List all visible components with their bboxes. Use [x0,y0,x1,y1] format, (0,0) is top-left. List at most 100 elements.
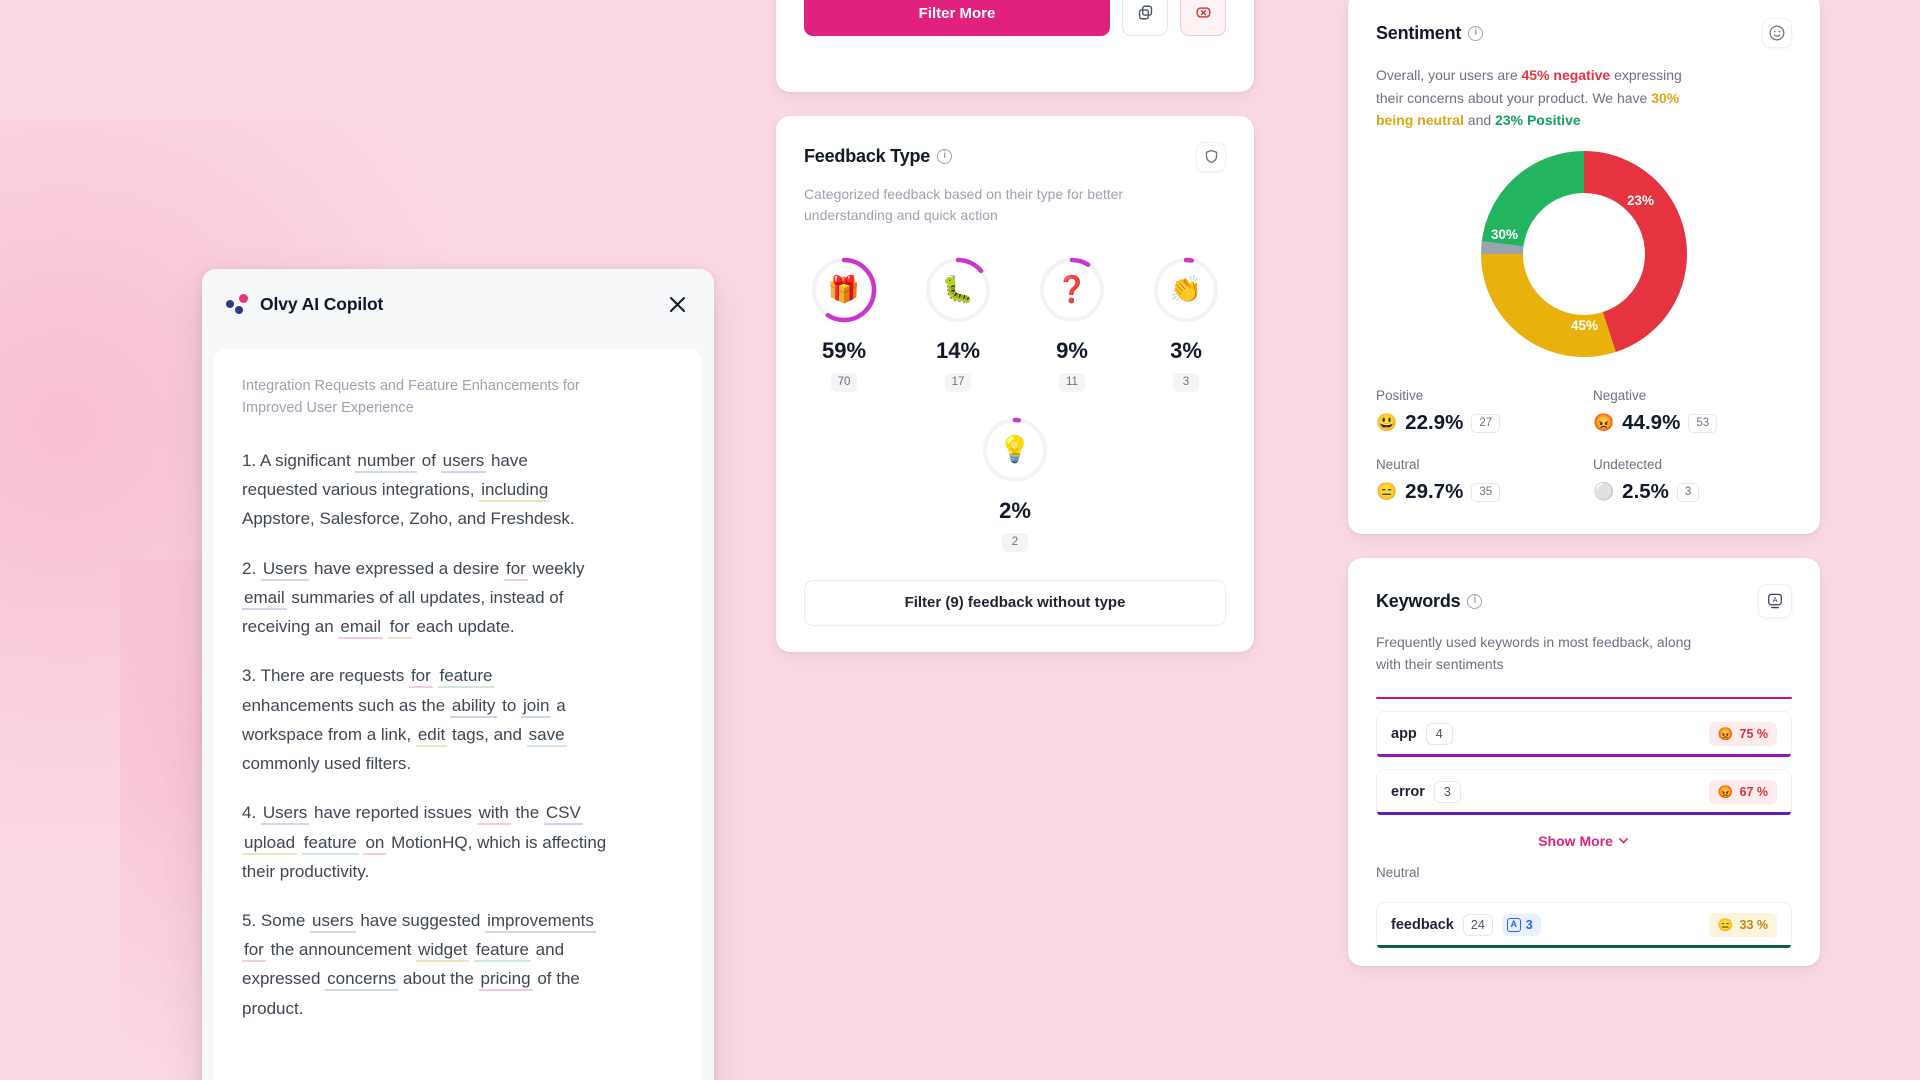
keyword-name: feedback [1391,917,1454,934]
sentiment-donut-chart: 45% 30% 23% [1348,132,1820,366]
keywords-description: Frequently used keywords in most feedbac… [1376,634,1692,672]
olvy-ai-copilot-panel: Olvy AI Copilot Integration Requests and… [202,269,714,1080]
keyword-name: app [1391,726,1417,743]
donut-ring: 👏 [1152,256,1220,324]
gift-emoji-icon: 🎁 [827,274,861,305]
sentiment-card: Sentiment i Overall, your users are 45% … [1348,0,1820,535]
chevron-down-icon [1617,833,1630,849]
clap-emoji-icon: 👏 [1169,274,1203,305]
undetected-emoji-icon: ⚪ [1593,482,1615,502]
action-row: Filter More [804,0,1226,36]
feedback-type-count: 3 [1173,372,1199,392]
feedback-type-item[interactable]: 👏 3% 3 [1140,256,1232,392]
info-icon[interactable]: i [1467,593,1483,609]
summary-negative: 45% negative [1521,67,1611,83]
stat-label: Negative [1593,388,1647,404]
keyword-row[interactable]: error 3 😡 67 % [1376,769,1792,816]
keyword-sentiment-badge: 😑 33 % [1708,913,1777,938]
keyword-percent: 67 % [1739,785,1769,800]
middle-column: expressed concerns about the pricing of … [776,0,1254,652]
copilot-header: Olvy AI Copilot [202,269,714,339]
donut-ring: 🎁 [810,256,878,324]
keyword-percent: 33 % [1739,918,1769,933]
feedback-type-footer: Filter (9) feedback without type [776,552,1254,652]
feedback-type-item[interactable]: ❓ 9% 11 [1026,256,1118,392]
sentiment-header: Sentiment i [1348,0,1820,48]
show-more-button[interactable]: Show More [1348,815,1820,861]
angry-emoji-icon: 😡 [1717,784,1734,799]
feedback-type-percent: 9% [1056,337,1088,363]
feedback-type-percent: 3% [1170,337,1202,363]
feedback-type-count: 70 [830,372,858,392]
keyword-name: error [1391,784,1425,801]
donut-ring: 🐛 [924,256,992,324]
question-emoji-icon: ❓ [1055,274,1089,305]
stat-value: 22.9% [1405,411,1464,435]
angry-emoji-icon: 😡 [1717,726,1734,741]
summary-item: 5. Some users have suggested improvement… [242,910,596,1018]
delete-icon [1195,4,1212,24]
delete-button[interactable] [1180,0,1226,36]
keywords-header: Keywords i A [1348,558,1820,619]
keywords-title: Keywords [1376,590,1461,611]
letter-a-icon: A [1506,918,1521,933]
copilot-subtitle: Integration Requests and Feature Enhance… [242,378,580,417]
stat-value: 2.5% [1622,480,1669,504]
keywords-negative-list: app 4 😡 75 % error 3 😡 67 % [1348,699,1820,816]
copy-button[interactable] [1122,0,1168,36]
stat-label: Neutral [1376,457,1420,473]
feedback-type-item[interactable]: 🎁 59% 70 [798,256,890,392]
stat-count: 53 [1688,413,1718,433]
sentiment-title: Sentiment [1376,22,1462,43]
donut-ring: 💡 [981,416,1049,484]
feedback-type-card: Feedback Type i Categorized feedback bas… [776,115,1254,652]
info-icon[interactable]: i [1468,25,1484,41]
feedback-type-title: Feedback Type [804,146,931,167]
feedback-type-item[interactable]: 💡 2% 2 [969,416,1061,552]
keyword-annotation-count: 3 [1525,918,1533,933]
copy-icon [1137,4,1154,24]
smiley-icon[interactable] [1762,18,1792,48]
neutral-emoji-icon: 😑 [1717,917,1734,932]
shield-icon[interactable] [1196,141,1226,172]
stat-label: Positive [1376,388,1424,404]
filter-untyped-feedback-button[interactable]: Filter (9) feedback without type [804,579,1226,626]
keyword-percent: 75 % [1739,727,1769,742]
keyword-sentiment-badge: 😡 67 % [1708,780,1777,805]
keyword-row[interactable]: feedback 24 A 3 😑 33 % [1376,902,1792,949]
feedback-type-count: 11 [1059,372,1085,392]
stat-count: 27 [1471,413,1501,433]
summary-item: 4. Users have reported issues with the C… [242,803,607,881]
feedback-type-count: 2 [1002,532,1028,552]
lightbulb-emoji-icon: 💡 [998,434,1032,465]
text-format-icon[interactable]: A [1758,584,1792,619]
donut-label-neutral: 30% [1491,227,1519,243]
info-icon[interactable]: i [937,149,953,165]
feedback-type-percent: 2% [999,497,1031,523]
keyword-sentiment-badge: 😡 75 % [1708,722,1777,747]
donut-label-negative: 45% [1571,318,1599,334]
filter-more-button[interactable]: Filter More [804,0,1110,36]
keyword-row[interactable]: app 4 😡 75 % [1376,711,1792,758]
sentiment-stat: Undetected ⚪ 2.5% 3 [1593,457,1792,504]
neutral-emoji-icon: 😑 [1376,482,1398,502]
sentiment-stat: Positive 😃 22.9% 27 [1376,388,1575,435]
show-more-label: Show More [1538,833,1613,850]
keywords-neutral-list: feedback 24 A 3 😑 33 % [1348,890,1820,949]
feedback-type-item[interactable]: 🐛 14% 17 [912,256,1004,392]
olvy-logo-icon [226,294,248,314]
summary-and: and [1463,112,1496,129]
feedback-type-donuts-secondary: 💡 2% 2 [776,392,1254,552]
keyword-annotation-chip: A 3 [1501,914,1541,937]
donut-ring: ❓ [1038,256,1106,324]
positive-emoji-icon: 😃 [1376,413,1398,433]
stat-value: 29.7% [1405,480,1464,504]
negative-emoji-icon: 😡 [1593,413,1615,433]
close-icon[interactable] [662,289,692,319]
stat-value: 44.9% [1622,411,1681,435]
feedback-type-percent: 14% [935,337,981,363]
donut-label-positive: 23% [1627,193,1655,209]
summary-item: 1. A significant number of users have re… [242,450,575,529]
copilot-content: Integration Requests and Feature Enhance… [214,349,702,1080]
summary-item: 2. Users have expressed a desire for wee… [242,554,608,642]
